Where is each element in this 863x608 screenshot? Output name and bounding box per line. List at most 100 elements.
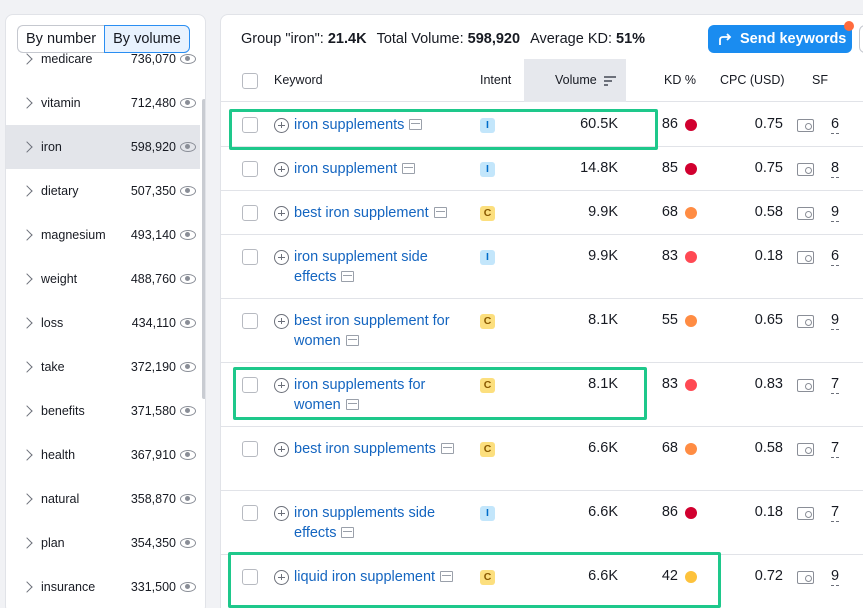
group-item-vitamin[interactable]: vitamin 712,480: [6, 81, 200, 125]
row-checkbox[interactable]: [242, 249, 258, 265]
chevron-right-icon[interactable]: [21, 361, 33, 373]
row-checkbox[interactable]: [242, 161, 258, 177]
serp-features-icon[interactable]: [797, 250, 814, 264]
serp-features-icon[interactable]: [797, 378, 814, 392]
chevron-right-icon[interactable]: [21, 493, 33, 505]
chevron-right-icon[interactable]: [21, 449, 33, 461]
kd-indicator-dot: [685, 443, 697, 455]
more-options-button[interactable]: [859, 25, 863, 53]
serp-features-count[interactable]: 9: [831, 204, 840, 222]
group-item-loss[interactable]: loss 434,110: [6, 301, 200, 345]
chevron-right-icon[interactable]: [21, 229, 33, 241]
eye-icon[interactable]: [180, 538, 196, 548]
group-item-health[interactable]: health 367,910: [6, 433, 200, 477]
serp-features-icon[interactable]: [797, 206, 814, 220]
add-keyword-icon[interactable]: [274, 205, 289, 221]
serp-features-icon[interactable]: [797, 570, 814, 584]
group-item-medicare[interactable]: medicare 736,070: [6, 37, 200, 81]
add-keyword-icon[interactable]: [274, 161, 289, 177]
group-item-weight[interactable]: weight 488,760: [6, 257, 200, 301]
group-item-insurance[interactable]: insurance 331,500: [6, 565, 200, 608]
column-intent[interactable]: Intent: [480, 59, 511, 102]
column-kd[interactable]: KD %: [664, 59, 696, 102]
chevron-right-icon[interactable]: [21, 537, 33, 549]
send-keywords-button[interactable]: Send keywords: [708, 25, 852, 53]
group-item-plan[interactable]: plan 354,350: [6, 521, 200, 565]
serp-preview-icon[interactable]: [402, 163, 416, 174]
serp-preview-icon[interactable]: [341, 527, 355, 538]
chevron-right-icon[interactable]: [21, 405, 33, 417]
row-checkbox[interactable]: [242, 505, 258, 521]
serp-preview-icon[interactable]: [440, 443, 454, 454]
eye-icon[interactable]: [180, 54, 196, 64]
intent-badge: C: [480, 313, 495, 329]
group-item-benefits[interactable]: benefits 371,580: [6, 389, 200, 433]
cpc-value: 0.58: [754, 204, 783, 220]
serp-preview-icon[interactable]: [345, 335, 359, 346]
select-all-checkbox[interactable]: [242, 73, 258, 89]
total-volume-label: Total Volume:: [376, 31, 468, 47]
serp-features-icon[interactable]: [797, 118, 814, 132]
chevron-right-icon[interactable]: [21, 317, 33, 329]
group-item-take[interactable]: take 372,190: [6, 345, 200, 389]
keywords-panel: Group "iron": 21.4K Total Volume: 598,920…: [220, 14, 863, 608]
column-volume[interactable]: Volume: [524, 59, 626, 102]
keyword-link[interactable]: best iron supplements: [294, 439, 464, 459]
serp-preview-icon[interactable]: [433, 207, 447, 218]
serp-features-count[interactable]: 7: [831, 504, 840, 522]
chevron-right-icon[interactable]: [21, 185, 33, 197]
eye-icon[interactable]: [180, 582, 196, 592]
keyword-text: iron supplement: [294, 161, 398, 177]
add-keyword-icon[interactable]: [274, 249, 289, 265]
serp-features-count[interactable]: 7: [831, 440, 840, 458]
row-checkbox[interactable]: [242, 205, 258, 221]
chevron-right-icon[interactable]: [21, 273, 33, 285]
add-keyword-icon[interactable]: [274, 505, 289, 521]
serp-features-icon[interactable]: [797, 162, 814, 176]
serp-features-count[interactable]: 7: [831, 376, 840, 394]
eye-icon[interactable]: [180, 362, 196, 372]
chevron-right-icon[interactable]: [21, 141, 33, 153]
serp-features-count[interactable]: 9: [831, 312, 840, 330]
row-checkbox[interactable]: [242, 313, 258, 329]
eye-icon[interactable]: [180, 274, 196, 284]
eye-icon[interactable]: [180, 494, 196, 504]
eye-icon[interactable]: [180, 450, 196, 460]
keyword-text: best iron supplement: [294, 205, 429, 221]
group-item-natural[interactable]: natural 358,870: [6, 477, 200, 521]
row-checkbox[interactable]: [242, 441, 258, 457]
chevron-right-icon[interactable]: [21, 581, 33, 593]
chevron-right-icon[interactable]: [21, 97, 33, 109]
group-list-scrollbar[interactable]: [202, 99, 205, 399]
keyword-link[interactable]: best iron supplement: [294, 203, 464, 223]
serp-features-icon[interactable]: [797, 314, 814, 328]
keyword-link[interactable]: iron supplement side effects: [294, 247, 464, 287]
eye-icon[interactable]: [180, 406, 196, 416]
column-cpc[interactable]: CPC (USD): [720, 59, 785, 102]
add-keyword-icon[interactable]: [274, 441, 289, 457]
group-item-magnesium[interactable]: magnesium 493,140: [6, 213, 200, 257]
column-sf[interactable]: SF: [812, 59, 828, 102]
serp-features-count[interactable]: 8: [831, 160, 840, 178]
serp-features-count[interactable]: 6: [831, 248, 840, 266]
group-item-iron[interactable]: iron 598,920: [6, 125, 200, 169]
keyword-link[interactable]: iron supplements side effects: [294, 503, 464, 543]
eye-icon[interactable]: [180, 142, 196, 152]
serp-features-count[interactable]: 6: [831, 116, 840, 134]
eye-icon[interactable]: [180, 318, 196, 328]
serp-features-icon[interactable]: [797, 506, 814, 520]
serp-features-icon[interactable]: [797, 442, 814, 456]
serp-features-count[interactable]: 9: [831, 568, 840, 586]
group-item-dietary[interactable]: dietary 507,350: [6, 169, 200, 213]
eye-icon[interactable]: [180, 230, 196, 240]
keyword-link[interactable]: best iron supplement for women: [294, 311, 464, 351]
serp-preview-icon[interactable]: [341, 271, 355, 282]
eye-icon[interactable]: [180, 98, 196, 108]
keyword-link[interactable]: iron supplement: [294, 159, 464, 179]
intent-badge: I: [480, 249, 495, 265]
volume-value: 8.1K: [588, 312, 618, 328]
eye-icon[interactable]: [180, 186, 196, 196]
column-keyword[interactable]: Keyword: [274, 59, 323, 102]
add-keyword-icon[interactable]: [274, 313, 289, 329]
chevron-right-icon[interactable]: [21, 53, 33, 65]
